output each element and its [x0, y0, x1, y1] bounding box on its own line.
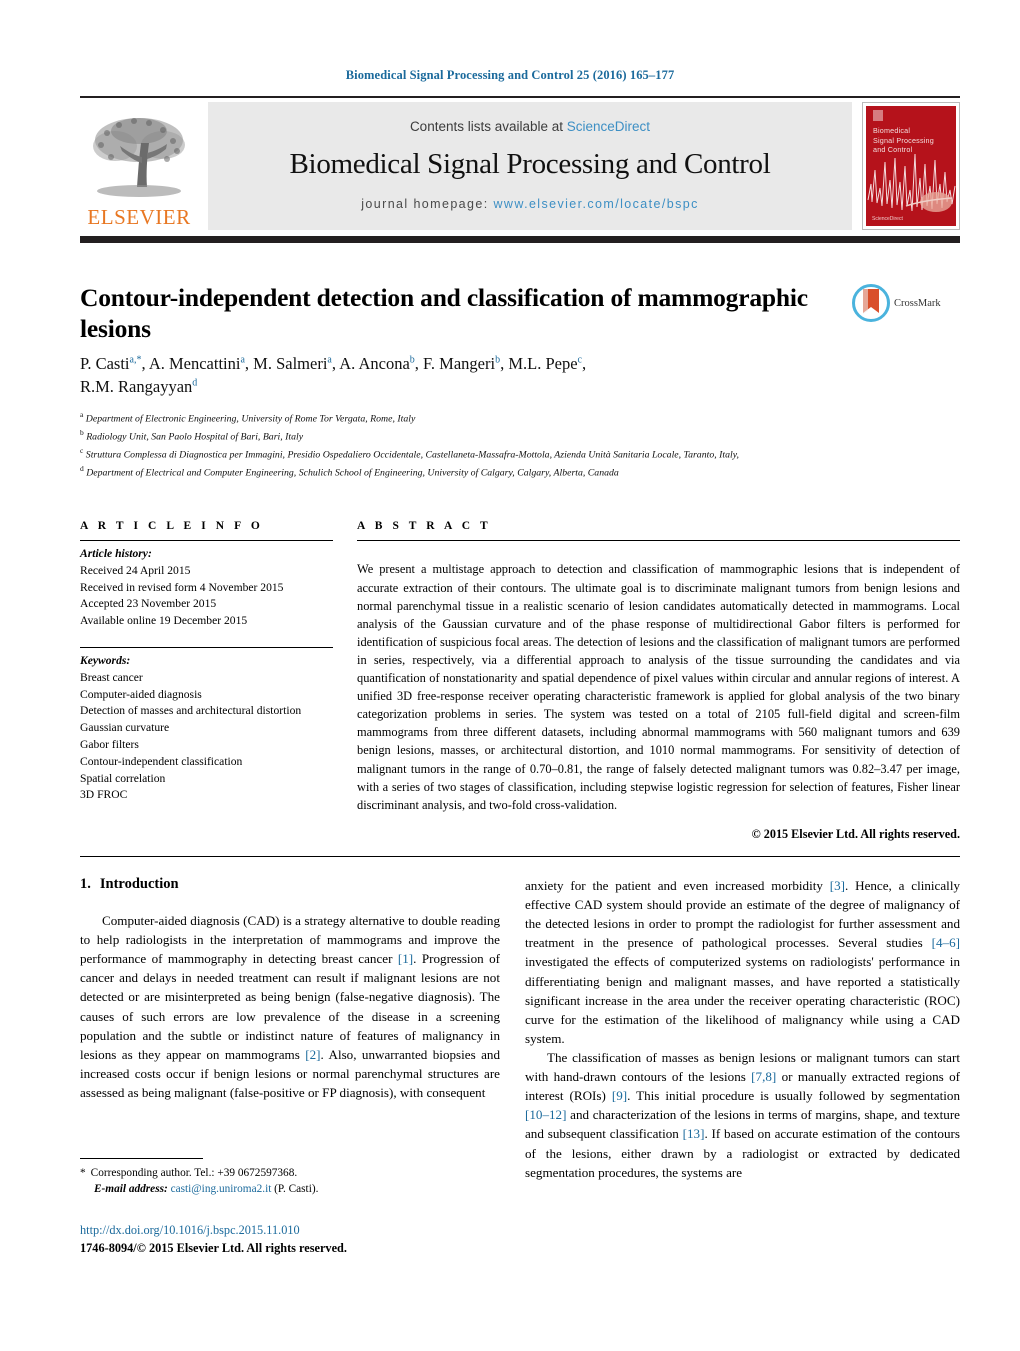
paragraph: Computer-aided diagnosis (CAD) is a stra… — [80, 913, 501, 1100]
keywords-block: Keywords: Breast cancer Computer-aided d… — [80, 653, 333, 804]
reference-link[interactable]: [1] — [398, 951, 413, 966]
copyright-line: © 2015 Elsevier Ltd. All rights reserved… — [751, 826, 960, 841]
body-separator-rule — [80, 856, 960, 857]
keyword-item: Spatial correlation — [80, 771, 166, 785]
sciencedirect-link[interactable]: ScienceDirect — [567, 119, 650, 134]
reference-link[interactable]: [9] — [612, 1088, 627, 1103]
keyword-item: Contour-independent classification — [80, 754, 243, 768]
cover-publisher-mark-icon — [873, 110, 883, 121]
title-block: Contour-independent detection and classi… — [80, 282, 960, 344]
abstract-text: We present a multistage approach to dete… — [357, 562, 960, 812]
affiliation-list: a Department of Electronic Engineering, … — [80, 409, 920, 482]
keyword-item: Gaussian curvature — [80, 721, 170, 735]
article-info-heading: A R T I C L E I N F O — [80, 520, 264, 532]
homepage-prefix: journal homepage: — [361, 197, 489, 211]
corresponding-author-footnote: * Corresponding author. Tel.: +39 0672597… — [80, 1158, 380, 1198]
journal-masthead: ELSEVIER Contents lists available at Sci… — [80, 96, 960, 230]
affiliation-marker: b — [80, 428, 84, 438]
crossmark-label: CrossMark — [894, 297, 941, 309]
elsevier-tree-icon — [93, 118, 185, 197]
keyword-item: Gabor filters — [80, 737, 139, 751]
body-column-left: 1. Introduction Computer-aided diagnosis … — [80, 876, 500, 1102]
reference-link[interactable]: [4–6] — [932, 935, 960, 950]
issn-copyright-line: 1746-8094/© 2015 Elsevier Ltd. All right… — [80, 1241, 347, 1256]
journal-info-panel: Contents lists available at ScienceDirec… — [208, 102, 852, 230]
affiliation-item: a Department of Electronic Engineering, … — [80, 409, 920, 427]
reference-link[interactable]: [13] — [683, 1126, 705, 1141]
journal-homepage-line: journal homepage: www.elsevier.com/locat… — [361, 197, 698, 211]
cover-footer-text: ScienceDirect — [872, 216, 903, 222]
affiliation-marker: a — [80, 410, 84, 419]
affiliation-item: c Struttura Complessa di Diagnostica per… — [80, 445, 920, 463]
affiliation-text: Radiology Unit, San Paolo Hospital of Ba… — [86, 431, 304, 443]
article-history-label: Article history: — [80, 547, 152, 560]
running-head: Biomedical Signal Processing and Control… — [345, 68, 675, 82]
reference-link[interactable]: [10–12] — [525, 1107, 566, 1122]
reference-link[interactable]: [7,8] — [751, 1069, 776, 1084]
email-label: E-mail address: — [94, 1183, 168, 1196]
affiliation-marker: d — [80, 464, 84, 474]
doi-link[interactable]: http://dx.doi.org/10.1016/j.bspc.2015.11… — [80, 1221, 500, 1239]
footnote-text: * Corresponding author. Tel.: +39 0672597… — [80, 1165, 380, 1198]
section-title: Introduction — [99, 876, 179, 892]
homepage-url-link[interactable]: www.elsevier.com/locate/bspc — [493, 197, 698, 211]
affiliation-marker: c — [80, 446, 84, 456]
reference-link[interactable]: [2] — [305, 1047, 320, 1062]
affiliation-text: Struttura Complessa di Diagnostica per I… — [85, 449, 739, 461]
affiliation-item: b Radiology Unit, San Paolo Hospital of … — [80, 427, 920, 445]
footnote-star-marker: * — [80, 1167, 86, 1179]
elsevier-logo: ELSEVIER — [80, 102, 198, 230]
paragraph: The classification of masses as benign l… — [525, 1049, 961, 1180]
affiliation-text: Department of Electrical and Computer En… — [86, 467, 619, 479]
keyword-item: 3D FROC — [80, 788, 128, 802]
body-column-right: anxiety for the patient and even increas… — [525, 876, 960, 1182]
elsevier-wordmark: ELSEVIER — [87, 205, 191, 229]
paragraph: anxiety for the patient and even increas… — [525, 878, 960, 1046]
history-item: Received 24 April 2015 — [80, 563, 191, 577]
history-item: Accepted 23 November 2015 — [80, 597, 217, 611]
crossmark-icon — [852, 284, 890, 322]
doi-footer: http://dx.doi.org/10.1016/j.bspc.2015.11… — [80, 1221, 500, 1258]
footnote-rule — [80, 1158, 203, 1159]
journal-title: Biomedical Signal Processing and Control — [289, 148, 771, 180]
keyword-item: Detection of masses and architectural di… — [80, 704, 302, 718]
cover-waveform-graphic — [867, 153, 956, 212]
keyword-item: Computer-aided diagnosis — [80, 687, 202, 701]
keywords-label: Keywords: — [80, 653, 131, 667]
paper-page: Biomedical Signal Processing and Control… — [0, 0, 1020, 1351]
affiliation-item: d Department of Electrical and Computer … — [80, 463, 920, 481]
page-title: Contour-independent detection and classi… — [80, 283, 808, 344]
contents-prefix: Contents lists available at — [409, 119, 567, 134]
section-heading-introduction: 1. Introduction — [80, 876, 500, 893]
masthead-bottom-rule — [80, 236, 960, 243]
corresponding-author-text: Corresponding author. Tel.: +39 06725973… — [90, 1167, 298, 1179]
history-item: Received in revised form 4 November 2015 — [80, 580, 284, 594]
affiliation-text: Department of Electronic Engineering, Un… — [85, 413, 416, 425]
article-history: Article history: Received 24 April 2015 … — [80, 541, 333, 630]
crossmark-badge[interactable]: CrossMark — [852, 284, 960, 322]
section-number: 1. — [80, 876, 91, 892]
reference-link[interactable]: [3] — [830, 878, 845, 893]
email-link[interactable]: casti@ing.uniroma2.it — [171, 1183, 272, 1195]
authors-text: P. Castia,*, A. Mencattinia, M. Salmeria… — [80, 354, 587, 397]
contents-available-line: Contents lists available at ScienceDirec… — [410, 119, 650, 134]
abstract-heading: A B S T R A C T — [357, 520, 492, 532]
keyword-item: Breast cancer — [80, 670, 143, 684]
author-list: P. Castia,*, A. Mencattinia, M. Salmeria… — [80, 352, 870, 399]
journal-cover-thumbnail: Biomedical Signal Processing and Control S… — [862, 102, 960, 230]
email-line: E-mail address: casti@ing.uniroma2.it (P… — [80, 1181, 380, 1197]
keywords-rule — [80, 646, 333, 648]
abstract-block: A B S T R A C T We present a multistage … — [357, 520, 960, 842]
article-info-block: A R T I C L E I N F O Article history: R… — [80, 520, 333, 804]
email-suffix: (P. Casti). — [274, 1183, 319, 1196]
history-item: Available online 19 December 2015 — [80, 614, 248, 628]
abstract-rule — [357, 540, 960, 541]
